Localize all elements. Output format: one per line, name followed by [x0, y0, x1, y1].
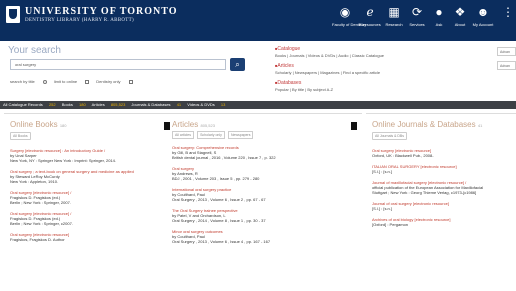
list-item: Oral surgery by Andrews, R BDJ , 2001 , … [172, 166, 356, 181]
catalogue-link[interactable]: Catalogue [275, 46, 475, 52]
tab-books[interactable]: Books 180 [62, 102, 86, 107]
list-item: Oral surgery [electronic resource] Fragi… [10, 232, 173, 242]
nav-e-resources[interactable]: e E-resources [358, 2, 382, 38]
crest-icon: ◉ [339, 5, 351, 19]
checkbox-dentistry-only[interactable] [128, 79, 133, 84]
quick-links: Catalogue Books | Journals | Videos & DV… [275, 46, 475, 97]
search-button[interactable]: ⌕ [230, 58, 245, 71]
list-item: Oral surgery: Comprehensive records by G… [172, 145, 356, 160]
search-heading: Your search [8, 45, 61, 56]
quick-link-articles: Articles Scholarly | Newspapers | Magazi… [275, 63, 475, 75]
refresh-icon: ⟳ [411, 5, 423, 19]
search-input[interactable] [10, 59, 226, 70]
list-item: Journal of oral surgery [electronic reso… [372, 201, 510, 211]
tab-all-catalogue[interactable]: All Catalogue Records 252 [3, 102, 56, 107]
list-item: Surgery [electronic resource] : An intro… [10, 148, 173, 163]
articles-sublinks[interactable]: Scholarly | Newspapers | Magazines | Fin… [275, 70, 475, 75]
tab-videos-dvds[interactable]: Videos & DVDs 13 [187, 102, 225, 107]
search-icon: ⌕ [235, 60, 240, 69]
filter-newspapers[interactable]: Newspapers [228, 131, 254, 139]
user-icon: ☻ [476, 5, 490, 19]
keyboard-icon: ▦ [388, 5, 400, 19]
nav-about[interactable]: ❖ About [450, 2, 470, 38]
university-name[interactable]: UNIVERSITY OF TORONTO [25, 6, 178, 17]
chat-icon: ● [435, 5, 443, 19]
list-item: Oral surgery [electronic resource] / Fra… [10, 211, 173, 226]
option-dentistry-only[interactable]: Dentistry only [96, 79, 133, 84]
nav-ask[interactable]: ● Ask [429, 2, 449, 38]
journals-column: Online Journals & Databases 41 All Journ… [366, 113, 516, 291]
filter-all-articles[interactable]: All articles [172, 131, 194, 139]
filter-all-books[interactable]: All Books [10, 132, 31, 140]
university-crest-logo[interactable] [6, 6, 20, 23]
results-tab-bar: All Catalogue Records 252 Books 180 Arti… [0, 101, 516, 109]
nav-services[interactable]: ⟳ Services [406, 2, 428, 38]
list-item: Archives of oral biology [electronic res… [372, 217, 510, 227]
e-icon: e [366, 5, 374, 19]
articles-column: Articles 805,523 All articles Scholarly … [166, 113, 362, 291]
nav-research[interactable]: ▦ Research [383, 2, 405, 38]
library-icon: ❖ [454, 5, 466, 19]
radio-search-by-title[interactable] [42, 79, 47, 84]
list-item: ITALIAN ORAL SURGERY [electronic resourc… [372, 164, 510, 174]
list-item: International oral surgery practice by C… [172, 187, 356, 202]
tab-articles[interactable]: Articles 805,523 [92, 102, 126, 107]
books-heading: Online Books 180 [10, 120, 67, 129]
articles-link[interactable]: Articles [275, 63, 475, 69]
option-search-by-title[interactable]: search by title [10, 79, 47, 84]
list-item: The Oral Surgery trainee perspective by … [172, 208, 356, 223]
databases-link[interactable]: Databases [275, 80, 475, 86]
advanced-search-link-articles[interactable]: Advan [497, 61, 516, 70]
search-options: search by title limit to online Dentistr… [10, 79, 139, 84]
articles-heading: Articles 805,523 [172, 120, 215, 129]
nav-more[interactable]: ⋮ [500, 2, 514, 38]
checkbox-limit-to-online[interactable] [85, 79, 90, 84]
catalogue-sublinks[interactable]: Books | Journals | Videos & DVDs | Audio… [275, 53, 475, 58]
list-item: Oral surgery [electronic resource] Oxfor… [372, 148, 510, 158]
list-item: Minor oral surgery outcomes by Coulthard… [172, 229, 356, 244]
library-name[interactable]: DENTISTRY LIBRARY (HARRY R. ABBOTT) [25, 18, 134, 23]
filter-scholarly-only[interactable]: Scholarly only [197, 131, 225, 139]
nav-my-account[interactable]: ☻ My Account [471, 2, 495, 38]
list-item: Journal of maxillofacial surgery [electr… [372, 180, 510, 195]
list-item: Oral surgery ; a text-book on general su… [10, 169, 173, 184]
site-header: UNIVERSITY OF TORONTO DENTISTRY LIBRARY … [0, 0, 516, 41]
nav-faculty-of-dentistry[interactable]: ◉ Faculty of Dentistry [332, 2, 366, 38]
quick-link-databases: Databases Popular | By title | By subjec… [275, 80, 475, 92]
books-column: Online Books 180 All Books Surgery [elec… [4, 113, 179, 291]
more-icon: ⋮ [502, 5, 514, 19]
journals-heading: Online Journals & Databases 41 [372, 120, 483, 129]
articles-filters: All articles Scholarly only Newspapers [172, 131, 362, 139]
option-limit-to-online[interactable]: limit to online [54, 79, 90, 84]
tab-journals-databases[interactable]: Journals & Databases 41 [131, 102, 181, 107]
advanced-search-link-catalogue[interactable]: Advan [497, 47, 516, 56]
list-item: Oral surgery [electronic resource] / Fra… [10, 190, 173, 205]
article-icon [351, 122, 357, 130]
quick-link-catalogue: Catalogue Books | Journals | Videos & DV… [275, 46, 475, 58]
filter-all-journals[interactable]: All Journals & DBs [372, 132, 407, 140]
databases-sublinks[interactable]: Popular | By title | By subject A-Z [275, 87, 475, 92]
